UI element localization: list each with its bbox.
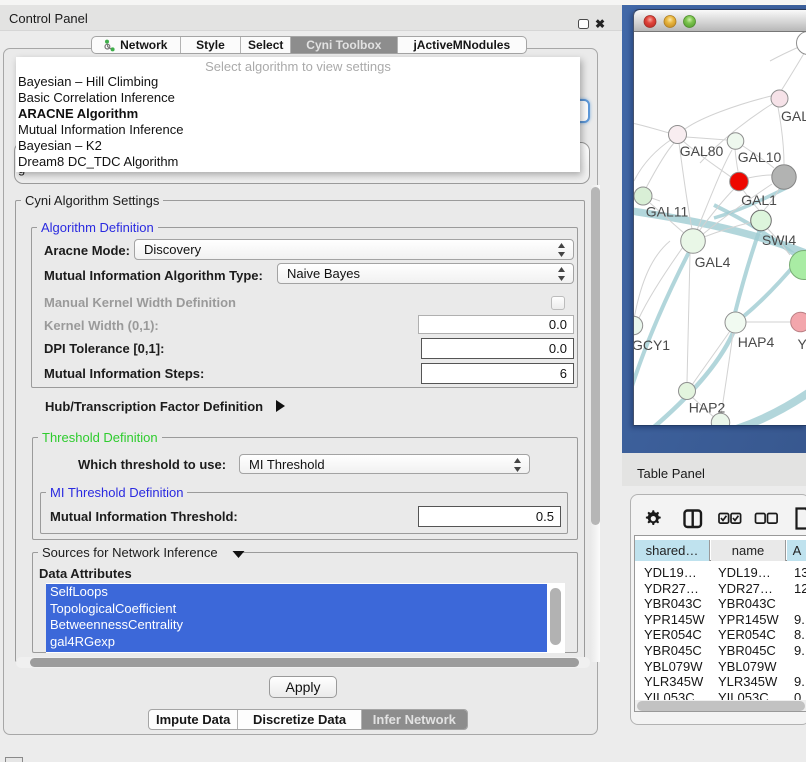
svg-text:HAP4: HAP4 — [738, 334, 775, 350]
svg-text:GAL10: GAL10 — [738, 149, 782, 165]
svg-text:GAL1: GAL1 — [741, 192, 777, 208]
svg-text:GAL11: GAL11 — [646, 204, 689, 220]
svg-text:HAP2: HAP2 — [689, 400, 726, 416]
svg-text:GCY1: GCY1 — [634, 337, 670, 353]
svg-text:GAL7: GAL7 — [781, 108, 806, 124]
svg-text:SWI4: SWI4 — [762, 232, 796, 248]
svg-text:GAL80: GAL80 — [680, 143, 724, 159]
svg-text:YD: YD — [798, 336, 806, 352]
svg-text:GAL4: GAL4 — [695, 254, 731, 270]
